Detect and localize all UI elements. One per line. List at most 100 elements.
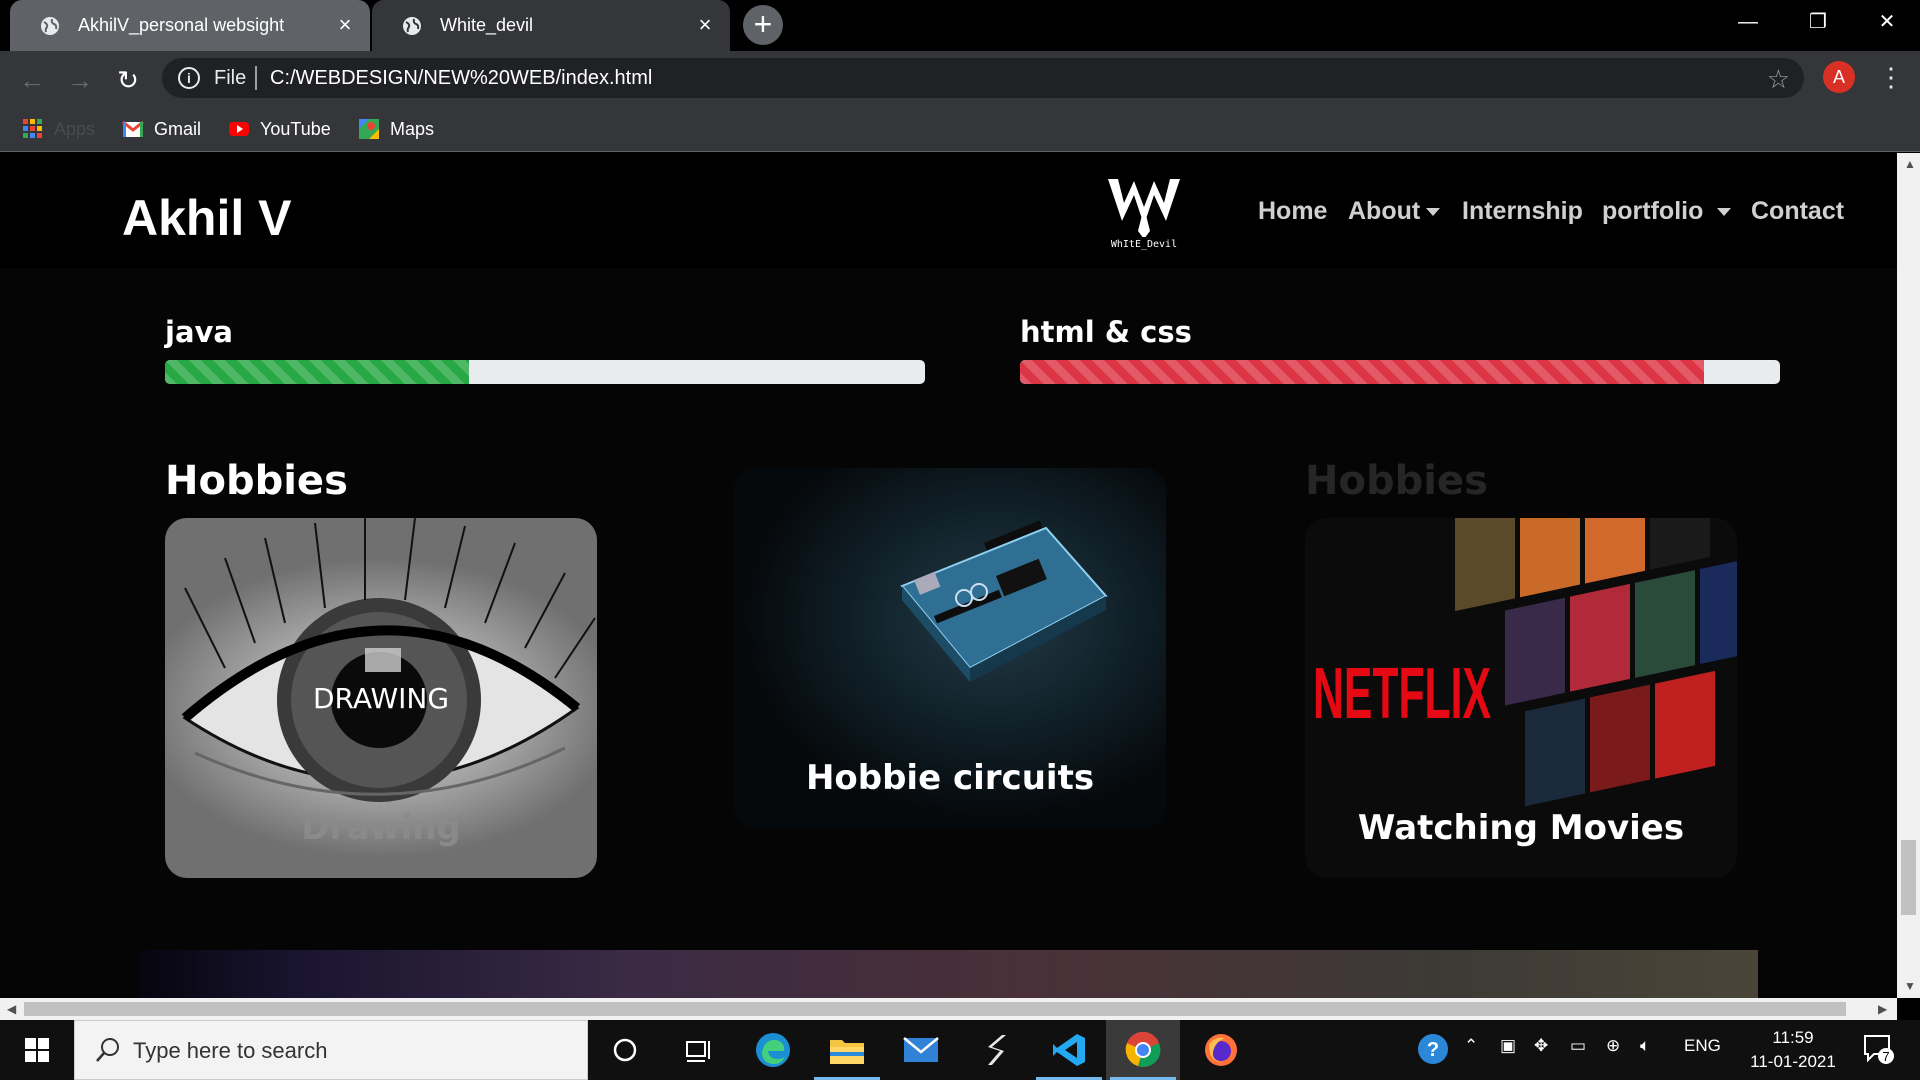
bookmark-label: YouTube — [260, 118, 331, 139]
start-button[interactable] — [0, 1020, 74, 1080]
close-tab-icon[interactable]: × — [694, 14, 716, 36]
help-icon[interactable]: ? — [1416, 1032, 1450, 1071]
close-window-icon[interactable]: ✕ — [1852, 0, 1920, 44]
bookmark-label: Apps — [54, 118, 96, 139]
profile-avatar[interactable]: A — [1823, 61, 1855, 93]
nav-internship[interactable]: Internship — [1462, 197, 1583, 226]
nav-about-label: About — [1348, 197, 1421, 225]
hobby-caption-drawing: Drawing — [301, 808, 461, 848]
back-arrow-icon[interactable]: ← — [14, 62, 50, 98]
scroll-left-icon[interactable]: ◀ — [7, 1002, 16, 1016]
next-section-banner — [138, 950, 1758, 998]
search-icon — [96, 1038, 119, 1062]
sublime-text-icon — [988, 1035, 1006, 1065]
bookmark-label: Gmail — [154, 118, 202, 139]
url-text[interactable]: C:/WEBDESIGN/NEW%20WEB/index.html — [270, 67, 652, 90]
show-hidden-icons[interactable]: ⌃ — [1464, 1036, 1478, 1056]
browser-tab-strip: AkhilV_personal websight × White_devil ×… — [0, 0, 1920, 51]
meet-now-icon[interactable]: ▣ — [1500, 1036, 1516, 1056]
tab-title: AkhilV_personal websight — [78, 15, 285, 35]
info-icon[interactable]: i — [178, 67, 200, 89]
reload-icon[interactable]: ↻ — [110, 62, 146, 98]
skill-progress-html-css — [1020, 360, 1780, 384]
edge-icon — [756, 1033, 790, 1067]
horizontal-scrollbar[interactable]: ◀ ▶ — [0, 998, 1897, 1020]
bookmark-maps[interactable]: Maps — [358, 115, 434, 143]
site-brand[interactable]: Akhil V — [122, 189, 291, 247]
caret-down-icon — [1426, 208, 1441, 217]
restore-icon[interactable]: ❐ — [1783, 0, 1853, 44]
web-page: Akhil V WhItE_Devil Home About Internshi… — [0, 153, 1897, 998]
close-tab-icon[interactable]: × — [334, 14, 356, 36]
site-navbar: Akhil V WhItE_Devil Home About Internshi… — [0, 153, 1897, 268]
nav-portfolio[interactable]: portfolio — [1602, 197, 1732, 226]
tab-title: White_devil — [440, 15, 534, 35]
logo-text: WhItE_Devil — [1111, 239, 1177, 250]
scrollbar-thumb[interactable] — [24, 1002, 1846, 1016]
windows-logo-icon — [25, 1038, 49, 1062]
globe-icon — [41, 16, 59, 35]
notification-icon: 7 — [1864, 1035, 1894, 1064]
task-view-icon — [686, 1041, 710, 1062]
taskbar-mail[interactable] — [884, 1020, 958, 1080]
forward-arrow-icon[interactable]: → — [62, 62, 98, 98]
minimize-icon[interactable]: — — [1713, 0, 1783, 44]
volume-icon[interactable]: 🔈︎ — [1640, 1036, 1650, 1056]
bookmark-apps[interactable]: Apps — [22, 115, 95, 143]
taskbar-sublime[interactable] — [958, 1020, 1032, 1080]
white-devil-logo[interactable]: WhItE_Devil — [1100, 173, 1188, 251]
firefox-icon — [1205, 1034, 1237, 1066]
dropbox-icon[interactable]: ✥ — [1534, 1036, 1548, 1056]
vertical-scrollbar[interactable]: ▲ ▼ — [1897, 153, 1920, 998]
scroll-right-icon[interactable]: ▶ — [1878, 1002, 1887, 1016]
netflix-logo-text: NETFLIX — [1313, 654, 1491, 734]
bookmark-youtube[interactable]: YouTube — [228, 115, 331, 143]
skill-fill-html-css — [1020, 360, 1704, 384]
hobby-card-circuits[interactable]: Hobbie circuits — [734, 468, 1166, 828]
bookmark-star-icon[interactable]: ☆ — [1767, 64, 1790, 95]
taskbar-search-box[interactable]: Type here to search — [74, 1020, 588, 1080]
scrollbar-thumb[interactable] — [1901, 840, 1916, 915]
nav-home[interactable]: Home — [1258, 197, 1327, 226]
new-tab-button[interactable]: + — [743, 5, 783, 45]
search-placeholder: Type here to search — [133, 1038, 328, 1063]
taskbar-vscode[interactable] — [1032, 1020, 1106, 1080]
taskbar-firefox[interactable] — [1184, 1020, 1258, 1080]
maps-icon — [359, 119, 379, 139]
cortana-button[interactable] — [588, 1020, 662, 1080]
help-question-icon: ? — [1418, 1034, 1448, 1064]
drawing-overlay-label: DRAWING — [312, 682, 450, 715]
tab-akhilv-personal[interactable]: AkhilV_personal websight × — [10, 0, 370, 51]
scroll-up-icon[interactable]: ▲ — [1904, 157, 1916, 171]
skill-label-html-css: html & css — [1020, 315, 1192, 349]
scroll-down-icon[interactable]: ▼ — [1904, 979, 1916, 993]
system-clock[interactable]: 11:59 11-01-2021 — [1738, 1026, 1848, 1074]
notifications-button[interactable]: 7 — [1862, 1032, 1896, 1071]
hobby-caption-circuits: Hobbie circuits — [805, 758, 1095, 798]
skill-label-java: java — [165, 315, 233, 349]
taskbar-edge[interactable] — [736, 1020, 810, 1080]
globe-icon — [403, 16, 421, 35]
tab-white-devil[interactable]: White_devil × — [372, 0, 730, 51]
apps-grid-icon — [23, 119, 42, 138]
task-view-button[interactable] — [662, 1020, 736, 1080]
clock-time: 11:59 — [1772, 1028, 1814, 1047]
bookmark-gmail[interactable]: Gmail — [122, 115, 201, 143]
language-indicator[interactable]: ENG — [1684, 1036, 1721, 1056]
hobby-card-movies[interactable]: NETFLIX Watching Movies — [1305, 518, 1737, 878]
hobby-card-drawing[interactable]: DRAWING Drawing — [165, 518, 597, 878]
hobbies-title-faded: Hobbies — [1305, 458, 1488, 504]
skill-progress-java — [165, 360, 925, 384]
battery-icon[interactable]: ▭ — [1570, 1036, 1586, 1056]
address-bar[interactable]: i File C:/WEBDESIGN/NEW%20WEB/index.html… — [162, 58, 1804, 98]
nav-about[interactable]: About — [1348, 197, 1441, 226]
mail-icon — [903, 1037, 939, 1062]
taskbar-file-explorer[interactable] — [810, 1020, 884, 1080]
cortana-circle-icon — [613, 1038, 637, 1062]
youtube-icon — [229, 122, 249, 136]
taskbar-chrome[interactable] — [1106, 1020, 1180, 1080]
caret-down-icon — [1717, 208, 1732, 217]
nav-contact[interactable]: Contact — [1751, 197, 1844, 226]
more-menu-icon[interactable]: ⋮ — [1878, 60, 1904, 94]
network-globe-icon[interactable]: ⊕ — [1606, 1036, 1620, 1056]
